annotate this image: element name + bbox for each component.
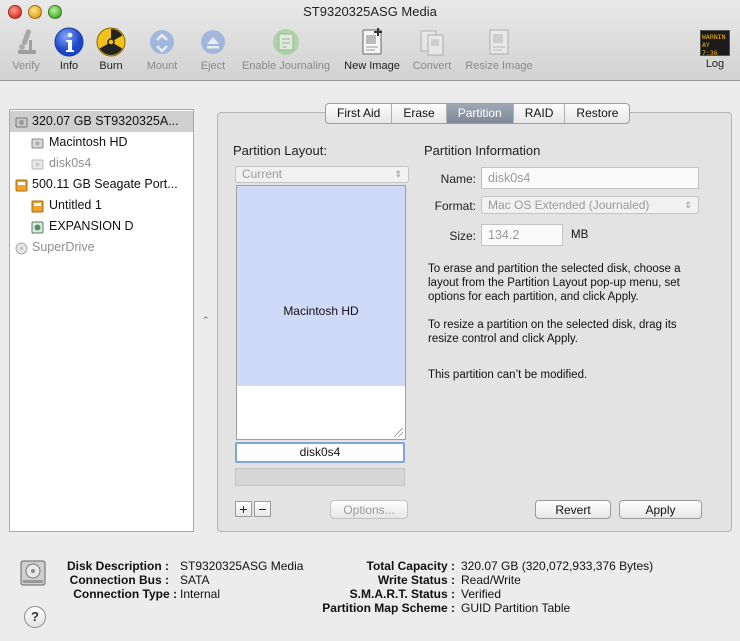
popup-arrows-icon: ⇕ bbox=[394, 169, 402, 179]
name-label: Name: bbox=[440, 172, 476, 186]
name-field[interactable]: disk0s4 bbox=[481, 167, 699, 189]
sidebar-item-label: 500.11 GB Seagate Port... bbox=[32, 177, 178, 191]
add-partition-button[interactable]: + bbox=[235, 501, 252, 517]
size-label: Size: bbox=[449, 229, 476, 243]
burn-button[interactable]: Burn bbox=[93, 26, 129, 72]
format-label: Format: bbox=[434, 199, 476, 213]
info-button[interactable]: Info bbox=[52, 26, 86, 72]
volume-icon bbox=[31, 157, 44, 170]
partition-status-message: This partition can’t be modified. bbox=[428, 369, 588, 381]
eject-button[interactable]: Eject bbox=[196, 26, 230, 72]
mount-icon bbox=[146, 26, 178, 58]
resize-image-button[interactable]: Resize Image bbox=[462, 26, 536, 72]
sidebar-item-label: EXPANSION D bbox=[49, 219, 134, 233]
tab-erase[interactable]: Erase bbox=[392, 104, 447, 123]
external-volume-icon bbox=[31, 199, 44, 213]
microscope-icon bbox=[10, 26, 42, 58]
apply-button[interactable]: Apply bbox=[619, 500, 702, 519]
sidebar-item-label: Macintosh HD bbox=[49, 135, 128, 149]
partition-block-macintosh-hd[interactable] bbox=[237, 186, 405, 386]
enable-journaling-button[interactable]: Enable Journaling bbox=[238, 26, 334, 72]
sidebar-item-label: disk0s4 bbox=[49, 156, 92, 170]
verify-button[interactable]: Verify bbox=[8, 26, 44, 72]
sidebar-item-internal-disk[interactable]: 320.07 GB ST9320325A... bbox=[10, 111, 193, 132]
sidebar-item-seagate-disk[interactable]: 500.11 GB Seagate Port... bbox=[10, 174, 193, 195]
sidebar-item-superdrive[interactable]: SuperDrive bbox=[10, 237, 193, 258]
resize-grip-icon[interactable] bbox=[394, 428, 403, 437]
connection-type-label: Connection Type : bbox=[73, 587, 177, 601]
optical-drive-icon bbox=[15, 241, 28, 255]
partition-layout-heading: Partition Layout: bbox=[233, 143, 327, 158]
sidebar-item-label: 320.07 GB ST9320325A... bbox=[32, 114, 179, 128]
smart-status-label: S.M.A.R.T. Status : bbox=[349, 587, 455, 601]
volume-icon bbox=[31, 136, 44, 149]
write-status-label: Write Status : bbox=[377, 573, 455, 587]
tab-raid[interactable]: RAID bbox=[514, 104, 566, 123]
size-unit: MB bbox=[571, 229, 589, 241]
info-icon bbox=[53, 26, 85, 58]
console-log-icon: WARNIN AY 7:36 bbox=[700, 30, 730, 56]
write-status-value: Read/Write bbox=[461, 573, 521, 587]
instructions-resize: To resize a partition on the selected di… bbox=[428, 319, 677, 345]
external-disk-icon bbox=[15, 178, 28, 192]
remove-partition-button[interactable]: − bbox=[254, 501, 271, 517]
partition-map-label: Partition Map Scheme : bbox=[322, 601, 455, 615]
split-view-handle[interactable]: ⌃ bbox=[202, 315, 210, 326]
eject-icon bbox=[197, 26, 229, 58]
tab-restore[interactable]: Restore bbox=[565, 104, 629, 123]
new-image-icon bbox=[356, 26, 388, 58]
radiation-icon bbox=[95, 26, 127, 58]
title-bar: ST9320325ASG Media Verify Info Burn Moun… bbox=[0, 0, 740, 81]
partition-layout-popup[interactable]: Current ⇕ bbox=[235, 166, 409, 183]
tab-bar: First Aid Erase Partition RAID Restore bbox=[325, 103, 631, 124]
sidebar-item-untitled-1[interactable]: Untitled 1 bbox=[10, 195, 193, 216]
sidebar-item-label: Untitled 1 bbox=[49, 198, 102, 212]
sidebar-item-disk0s4[interactable]: disk0s4 bbox=[10, 153, 193, 174]
selected-partition-name[interactable]: disk0s4 bbox=[235, 442, 405, 463]
disk-utility-window: ST9320325ASG Media Verify Info Burn Moun… bbox=[0, 0, 740, 641]
convert-icon bbox=[416, 26, 448, 58]
convert-button[interactable]: Convert bbox=[410, 26, 454, 72]
smart-status-value: Verified bbox=[461, 587, 502, 601]
revert-button[interactable]: Revert bbox=[535, 500, 611, 519]
mount-button[interactable]: Mount bbox=[143, 26, 181, 72]
new-image-button[interactable]: New Image bbox=[341, 26, 403, 72]
tab-first-aid[interactable]: First Aid bbox=[326, 104, 393, 123]
disk-description-label: Disk Description : bbox=[66, 559, 169, 573]
partition-information-heading: Partition Information bbox=[424, 143, 541, 158]
tab-partition[interactable]: Partition bbox=[446, 104, 514, 123]
total-capacity-label: Total Capacity : bbox=[366, 559, 455, 573]
partition-block-label: Macintosh HD bbox=[283, 304, 359, 318]
connection-bus-label: Connection Bus : bbox=[69, 573, 169, 587]
resize-image-icon bbox=[483, 26, 515, 58]
help-button[interactable]: ? bbox=[24, 606, 46, 628]
connection-bus-value: SATA bbox=[180, 573, 210, 587]
format-popup[interactable]: Mac OS Extended (Journaled) ⇕ bbox=[481, 196, 699, 214]
log-button[interactable]: WARNIN AY 7:36 Log bbox=[697, 26, 733, 70]
journaling-icon bbox=[270, 26, 302, 58]
partition-map-value: GUID Partition Table bbox=[461, 601, 571, 615]
disk-description-value: ST9320325ASG Media bbox=[180, 559, 304, 573]
disk-image-icon bbox=[31, 220, 44, 234]
options-button[interactable]: Options... bbox=[330, 500, 408, 519]
connection-type-value: Internal bbox=[180, 587, 221, 601]
popup-arrows-icon: ⇕ bbox=[684, 200, 692, 210]
disk-list-sidebar[interactable]: 320.07 GB ST9320325A... Macintosh HD dis… bbox=[9, 109, 194, 532]
sidebar-item-expansion-d[interactable]: EXPANSION D bbox=[10, 216, 193, 237]
partition-slider-bar bbox=[235, 468, 405, 486]
instructions-erase: To erase and partition the selected disk… bbox=[428, 263, 681, 303]
window-title: ST9320325ASG Media bbox=[303, 4, 437, 19]
sidebar-item-label: SuperDrive bbox=[32, 240, 95, 254]
size-field[interactable]: 134.2 bbox=[481, 224, 563, 246]
internal-disk-icon bbox=[15, 115, 28, 128]
total-capacity-value: 320.07 GB (320,072,933,376 Bytes) bbox=[461, 559, 654, 573]
partition-layout-map[interactable]: Macintosh HD bbox=[236, 185, 406, 440]
sidebar-item-macintosh-hd[interactable]: Macintosh HD bbox=[10, 132, 193, 153]
